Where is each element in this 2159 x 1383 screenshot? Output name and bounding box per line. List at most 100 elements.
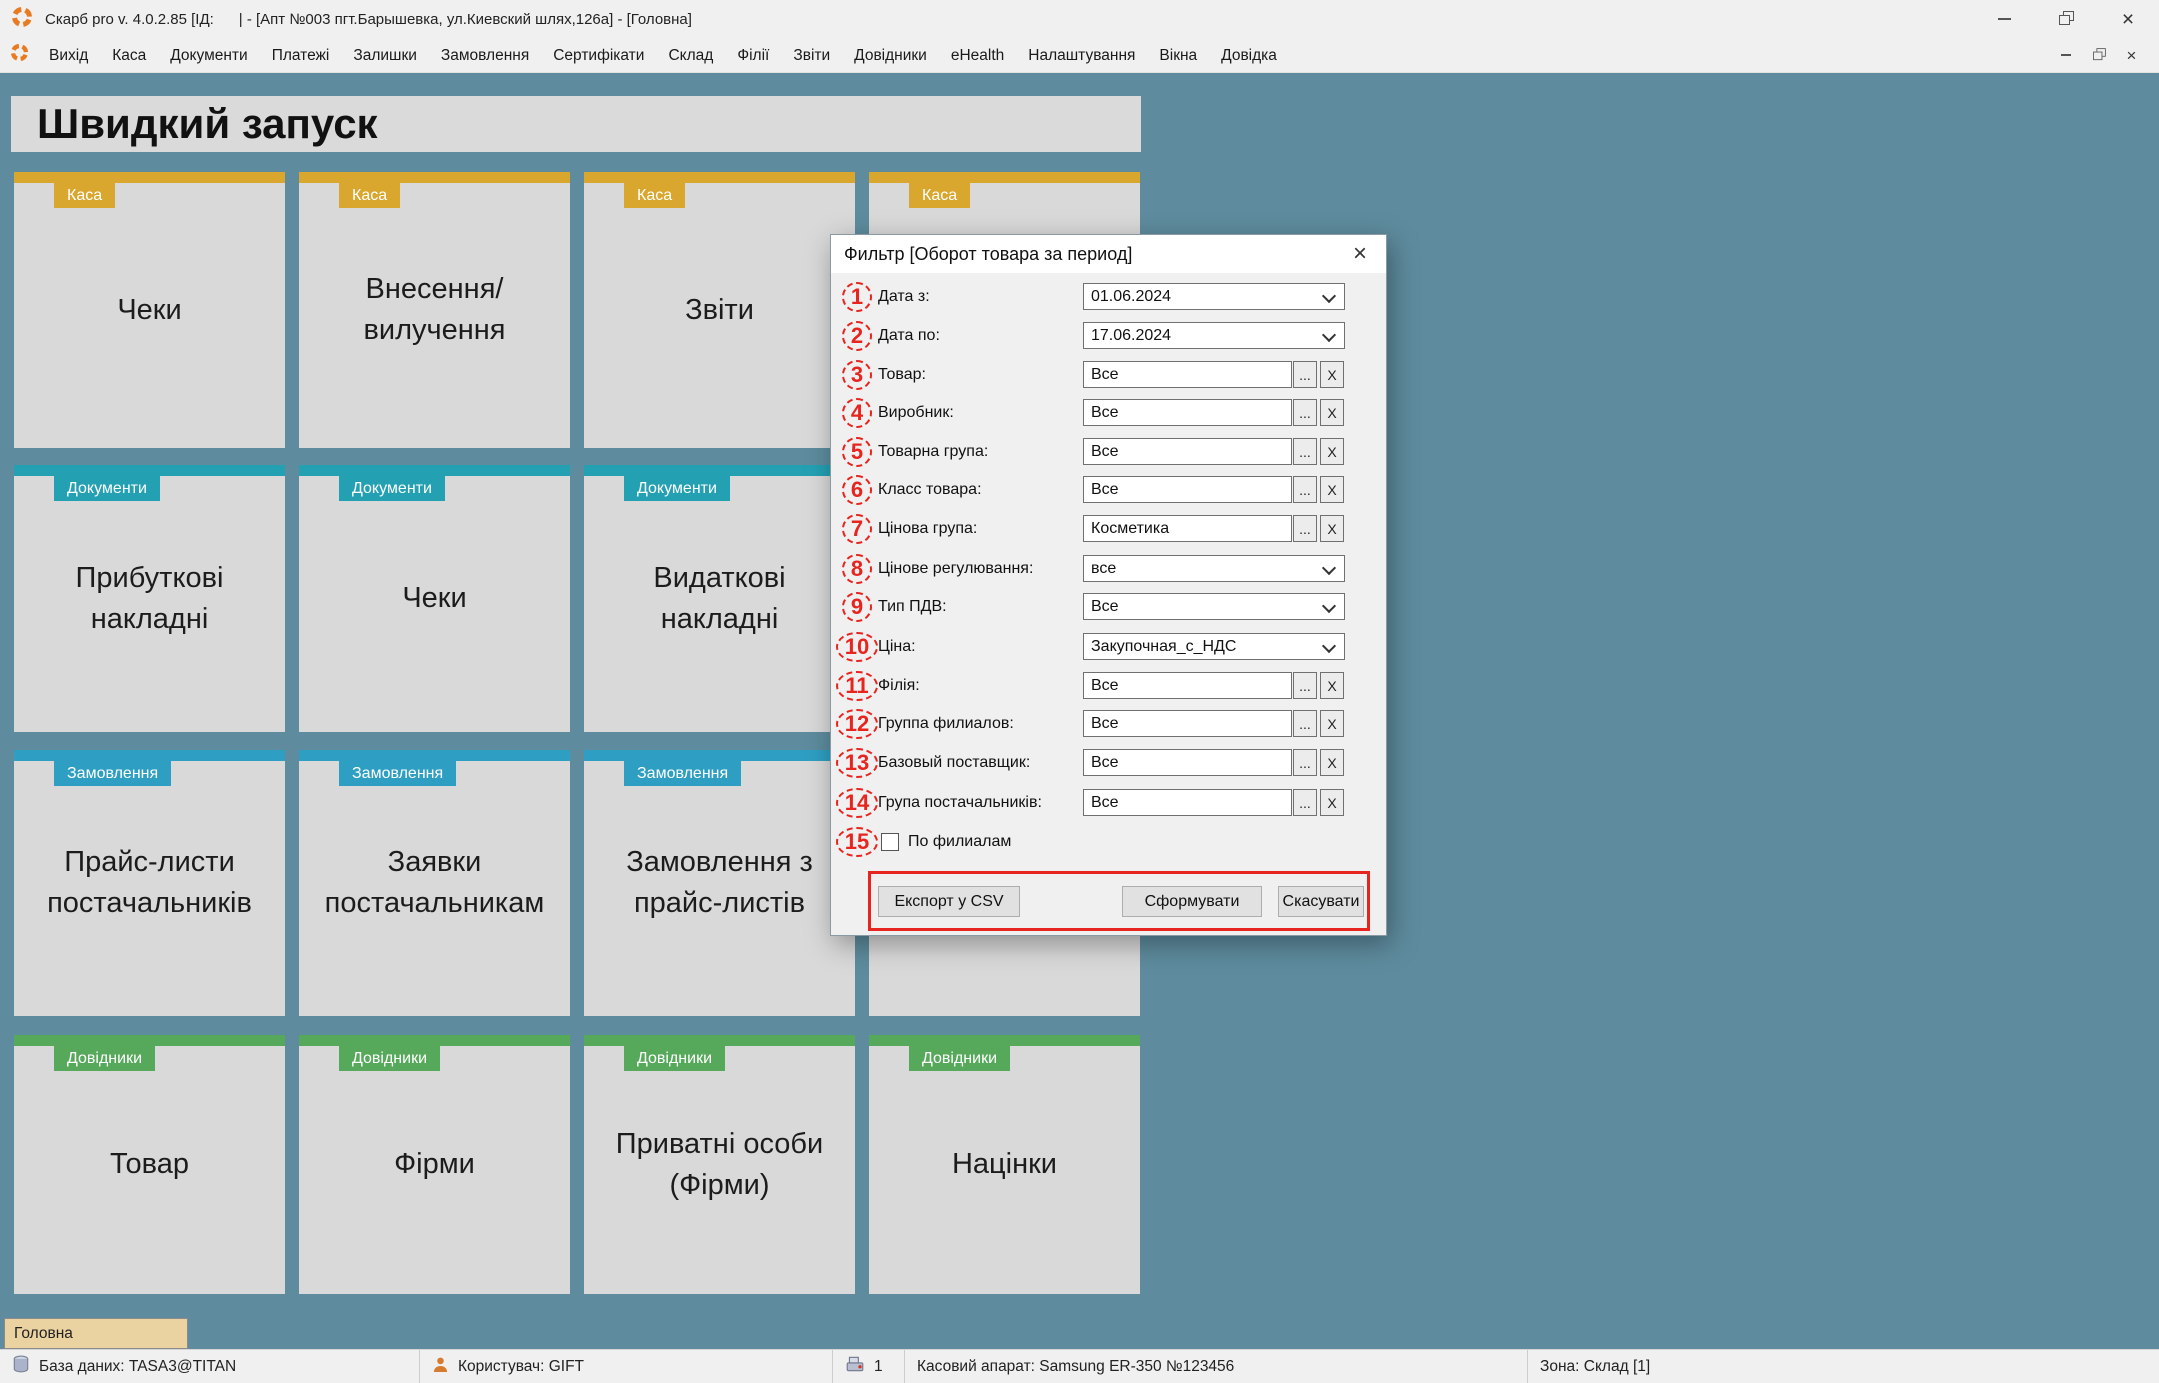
field-label-product-group: Товарна група: xyxy=(878,442,989,460)
menu-item-windows[interactable]: Вікна xyxy=(1147,39,1209,72)
menu-item-settings[interactable]: Налаштування xyxy=(1016,39,1147,72)
tab-home[interactable]: Головна xyxy=(4,1318,188,1349)
field-row-by-branches: 15 По филиалам xyxy=(831,827,1386,857)
product-group-lookup-button[interactable]: ... xyxy=(1293,438,1317,465)
field-label-price-group: Цінова група: xyxy=(878,519,978,537)
product-class-field[interactable]: Все xyxy=(1083,476,1292,503)
menu-item-directories[interactable]: Довідники xyxy=(842,39,939,72)
dialog-title: Фильтр [Оборот товара за период] xyxy=(844,243,1133,264)
menu-item-exit[interactable]: Вихід xyxy=(37,39,100,72)
tile-directories-markups[interactable]: Довідники Націнки xyxy=(869,1035,1140,1294)
by-branches-checkbox-label: По филиалам xyxy=(908,833,1012,850)
tile-orders-from-price-lists[interactable]: Замовлення Замовлення з прайс-листів xyxy=(584,750,855,1016)
export-csv-button[interactable]: Експорт у CSV xyxy=(878,886,1020,917)
minimize-button[interactable] xyxy=(1973,0,2035,38)
manufacturer-clear-button[interactable]: X xyxy=(1320,399,1344,426)
date-to-combobox[interactable]: 17.06.2024 xyxy=(1083,322,1345,349)
date-from-combobox[interactable]: 01.06.2024 xyxy=(1083,283,1345,310)
menu-item-orders[interactable]: Замовлення xyxy=(429,39,541,72)
menu-logo-icon xyxy=(10,43,29,67)
branch-clear-button[interactable]: X xyxy=(1320,672,1344,699)
generate-button[interactable]: Сформувати xyxy=(1122,886,1262,917)
product-clear-button[interactable]: X xyxy=(1320,361,1344,388)
restore-icon xyxy=(2059,11,2074,25)
product-lookup-button[interactable]: ... xyxy=(1293,361,1317,388)
product-class-lookup-button[interactable]: ... xyxy=(1293,476,1317,503)
price-group-lookup-button[interactable]: ... xyxy=(1293,515,1317,542)
menu-item-kasa[interactable]: Каса xyxy=(100,39,158,72)
field-label-date-from: Дата з: xyxy=(878,287,930,305)
branch-group-lookup-button[interactable]: ... xyxy=(1293,710,1317,737)
annotation-6: 6 xyxy=(835,474,879,505)
tile-category-strip xyxy=(869,1035,1140,1046)
price-group-clear-button[interactable]: X xyxy=(1320,515,1344,542)
supplier-group-field[interactable]: Все xyxy=(1083,789,1292,816)
tile-documents-expense-invoices[interactable]: Документи Видаткові накладні xyxy=(584,465,855,732)
menu-item-warehouse[interactable]: Склад xyxy=(656,39,725,72)
close-button[interactable]: × xyxy=(2097,0,2159,38)
application-window: Скарб pro v. 4.0.2.85 [ІД: | - [Апт №003… xyxy=(0,0,2159,1383)
product-group-clear-button[interactable]: X xyxy=(1320,438,1344,465)
cancel-button[interactable]: Скасувати xyxy=(1278,886,1364,917)
mdi-close-button[interactable]: × xyxy=(2118,43,2145,67)
annotation-3: 3 xyxy=(835,359,879,390)
mdi-minimize-button[interactable] xyxy=(2052,43,2079,67)
base-supplier-lookup-button[interactable]: ... xyxy=(1293,749,1317,776)
supplier-group-lookup-button[interactable]: ... xyxy=(1293,789,1317,816)
menu-item-payments[interactable]: Платежі xyxy=(260,39,342,72)
field-row-product-group: 5 Товарна група: Все ... X xyxy=(831,436,1386,467)
tile-directories-product[interactable]: Довідники Товар xyxy=(14,1035,285,1294)
product-field[interactable]: Все xyxy=(1083,361,1292,388)
mdi-restore-button[interactable] xyxy=(2085,43,2112,67)
menu-item-certificates[interactable]: Сертифікати xyxy=(541,39,656,72)
tile-category-strip xyxy=(14,172,285,183)
tile-category-strip xyxy=(299,750,570,761)
branch-field[interactable]: Все xyxy=(1083,672,1292,699)
tile-category-tag: Каса xyxy=(624,183,686,208)
tile-category-tag: Довідники xyxy=(54,1046,156,1071)
branch-lookup-button[interactable]: ... xyxy=(1293,672,1317,699)
supplier-group-clear-button[interactable]: X xyxy=(1320,789,1344,816)
price-group-field[interactable]: Косметика xyxy=(1083,515,1292,542)
restore-button[interactable] xyxy=(2035,0,2097,38)
manufacturer-lookup-button[interactable]: ... xyxy=(1293,399,1317,426)
annotation-7: 7 xyxy=(835,513,879,544)
tile-category-tag: Каса xyxy=(54,183,116,208)
tile-label: Видаткові накладні xyxy=(653,561,786,635)
branch-group-clear-button[interactable]: X xyxy=(1320,710,1344,737)
annotation-5: 5 xyxy=(835,436,879,467)
base-supplier-field[interactable]: Все xyxy=(1083,749,1292,776)
menu-item-stock-balances[interactable]: Залишки xyxy=(341,39,429,72)
tile-category-strip xyxy=(584,465,855,476)
tile-documents-checks[interactable]: Документи Чеки xyxy=(299,465,570,732)
mdi-window-controls: × xyxy=(2052,43,2145,67)
menu-item-documents[interactable]: Документи xyxy=(158,39,259,72)
menu-item-ehealth[interactable]: eHealth xyxy=(939,39,1016,72)
base-supplier-clear-button[interactable]: X xyxy=(1320,749,1344,776)
window-controls: × xyxy=(1973,0,2159,38)
tile-orders-supplier-price-lists[interactable]: Замовлення Прайс-листи постачальників xyxy=(14,750,285,1016)
tile-directories-private-persons[interactable]: Довідники Приватні особи (Фірми) xyxy=(584,1035,855,1294)
field-row-date-from: 1 Дата з: 01.06.2024 xyxy=(831,281,1386,312)
tile-category-strip xyxy=(299,1035,570,1046)
manufacturer-field[interactable]: Все xyxy=(1083,399,1292,426)
product-group-field[interactable]: Все xyxy=(1083,438,1292,465)
menu-bar: Вихід Каса Документи Платежі Залишки Зам… xyxy=(0,38,2159,73)
menu-item-branches[interactable]: Філії xyxy=(725,39,781,72)
tile-kasa-checks[interactable]: Каса Чеки xyxy=(14,172,285,448)
price-combobox[interactable]: Закупочная_с_НДС xyxy=(1083,633,1345,660)
tile-orders-supplier-requests[interactable]: Замовлення Заявки постачальникам xyxy=(299,750,570,1016)
price-regulation-combobox[interactable]: все xyxy=(1083,555,1345,582)
by-branches-checkbox[interactable] xyxy=(881,833,899,851)
product-class-clear-button[interactable]: X xyxy=(1320,476,1344,503)
tile-kasa-reports[interactable]: Каса Звіти xyxy=(584,172,855,448)
vat-type-combobox[interactable]: Все xyxy=(1083,593,1345,620)
branch-group-field[interactable]: Все xyxy=(1083,710,1292,737)
tile-directories-firms[interactable]: Довідники Фірми xyxy=(299,1035,570,1294)
tile-category-tag: Довідники xyxy=(624,1046,726,1071)
dialog-close-button[interactable]: × xyxy=(1334,235,1386,273)
tile-documents-income-invoices[interactable]: Документи Прибуткові накладні xyxy=(14,465,285,732)
menu-item-reports[interactable]: Звіти xyxy=(781,39,842,72)
tile-kasa-deposit-withdrawal[interactable]: Каса Внесення/вилучення xyxy=(299,172,570,448)
menu-item-help[interactable]: Довідка xyxy=(1209,39,1289,72)
